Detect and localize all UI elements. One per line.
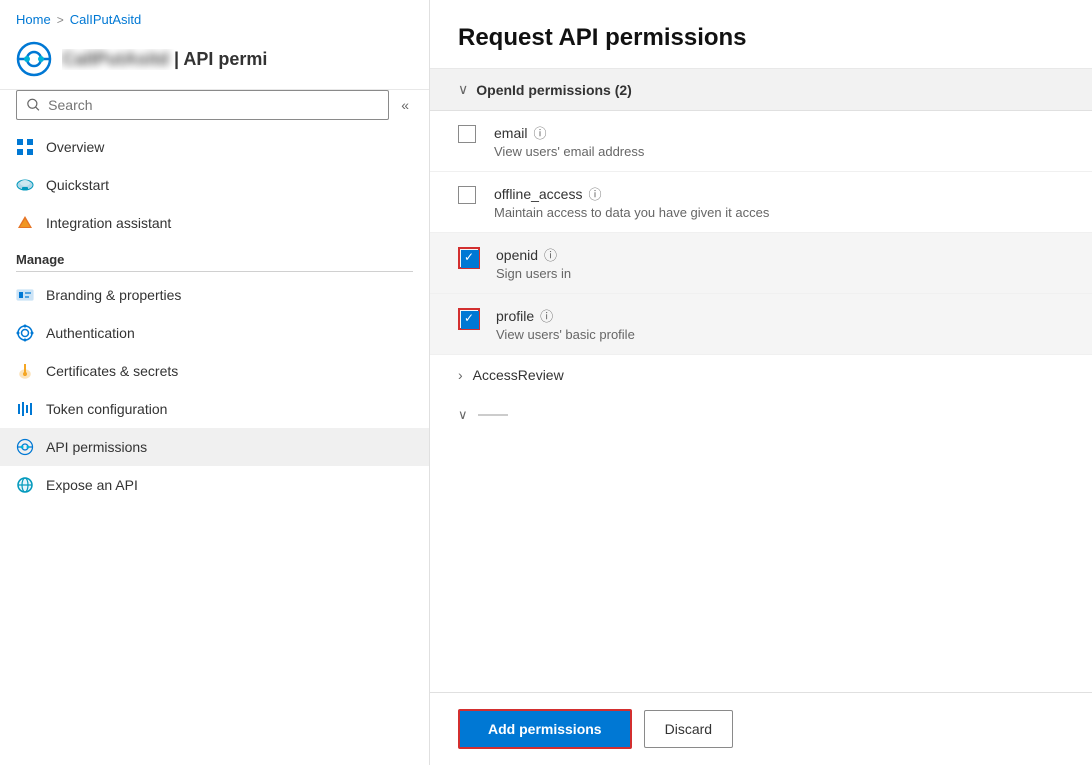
permission-item-openid: openid ⓘ Sign users in [430,233,1092,294]
sidebar-item-certs-label: Certificates & secrets [46,363,178,379]
app-title-suffix: | API permi [174,49,267,69]
email-perm-info: email ⓘ View users' email address [494,123,1064,159]
email-perm-desc: View users' email address [494,144,1064,159]
collapsed-section[interactable]: ∨ [430,395,1092,435]
add-permissions-button[interactable]: Add permissions [458,709,632,749]
search-box[interactable] [16,90,389,120]
sidebar-item-token-label: Token configuration [46,401,167,417]
email-info-icon[interactable]: ⓘ [533,123,546,142]
profile-checkbox[interactable] [461,311,479,329]
sidebar-item-quickstart-label: Quickstart [46,177,109,193]
certificates-icon [16,362,34,380]
breadcrumb: Home > CalIPutAsitd [0,0,429,35]
sidebar-item-quickstart[interactable]: Quickstart [0,166,429,204]
offline-checkbox-wrapper[interactable] [458,186,478,206]
openid-checkbox-red-border[interactable] [458,247,480,269]
branding-icon [16,286,34,304]
panel-title: Request API permissions [430,0,1092,69]
permissions-content: ∨ OpenId permissions (2) email ⓘ View us… [430,69,1092,692]
breadcrumb-sep: > [57,13,64,27]
offline-perm-desc: Maintain access to data you have given i… [494,205,1064,220]
collapsed-section-line [478,414,508,416]
discard-button[interactable]: Discard [644,710,733,748]
sidebar-item-authentication[interactable]: Authentication [0,314,429,352]
nav-items: Overview Quickstart Integration assis [0,128,429,765]
offline-perm-name: offline_access ⓘ [494,184,1064,203]
search-input[interactable] [48,97,378,113]
sidebar-item-integration-label: Integration assistant [46,215,171,231]
openid-checkbox[interactable] [461,250,479,268]
app-name-blurred: CalIPutAsitd [62,49,169,69]
openid-section-header[interactable]: ∨ OpenId permissions (2) [430,69,1092,111]
collapse-nav-button[interactable]: « [397,93,413,117]
sidebar-item-certificates[interactable]: Certificates & secrets [0,352,429,390]
openid-chevron-icon: ∨ [458,81,468,98]
sidebar-item-expose-label: Expose an API [46,477,138,493]
email-perm-name: email ⓘ [494,123,1064,142]
sidebar-item-branding[interactable]: Branding & properties [0,276,429,314]
breadcrumb-current[interactable]: CalIPutAsitd [70,12,142,27]
collapsed-chevron-icon: ∨ [458,407,468,423]
api-permissions-icon [16,438,34,456]
permission-item-email: email ⓘ View users' email address [430,111,1092,172]
sidebar-item-auth-label: Authentication [46,325,135,341]
sidebar-item-overview[interactable]: Overview [0,128,429,166]
permission-item-offline: offline_access ⓘ Maintain access to data… [430,172,1092,233]
expose-api-icon [16,476,34,494]
app-logo-icon [16,41,52,77]
openid-perm-name: openid ⓘ [496,245,1064,264]
openid-perm-info: openid ⓘ Sign users in [496,245,1064,281]
sidebar-item-token[interactable]: Token configuration [0,390,429,428]
sidebar-item-branding-label: Branding & properties [46,287,181,303]
overview-icon [16,138,34,156]
profile-perm-desc: View users' basic profile [496,327,1064,342]
email-checkbox[interactable] [458,125,476,143]
offline-perm-info: offline_access ⓘ Maintain access to data… [494,184,1064,220]
manage-section-header: Manage [0,242,429,271]
app-title: CalIPutAsitd | API permi [62,49,267,70]
token-icon [16,400,34,418]
openid-perm-desc: Sign users in [496,266,1064,281]
search-icon [27,98,40,112]
profile-perm-name: profile ⓘ [496,306,1064,325]
offline-info-icon[interactable]: ⓘ [588,184,601,203]
access-review-item[interactable]: › AccessReview [430,355,1092,395]
sidebar-item-expose-api[interactable]: Expose an API [0,466,429,504]
search-container: « [0,90,429,120]
authentication-icon [16,324,34,342]
openid-section-title: OpenId permissions (2) [476,82,632,98]
profile-info-icon[interactable]: ⓘ [540,306,553,325]
quickstart-icon [16,176,34,194]
breadcrumb-home[interactable]: Home [16,12,51,27]
left-panel: Home > CalIPutAsitd CalIPutAsitd | API p… [0,0,430,765]
sidebar-item-integration[interactable]: Integration assistant [0,204,429,242]
email-checkbox-wrapper[interactable] [458,125,478,145]
permission-item-profile: profile ⓘ View users' basic profile [430,294,1092,355]
access-review-chevron-icon: › [458,367,463,383]
manage-divider [16,271,413,272]
offline-checkbox[interactable] [458,186,476,204]
footer-buttons: Add permissions Discard [430,692,1092,765]
app-header: CalIPutAsitd | API permi [0,35,429,90]
profile-checkbox-red-border[interactable] [458,308,480,330]
sidebar-item-api-permissions[interactable]: API permissions [0,428,429,466]
integration-icon [16,214,34,232]
profile-perm-info: profile ⓘ View users' basic profile [496,306,1064,342]
sidebar-item-overview-label: Overview [46,139,104,155]
right-panel: Request API permissions ∨ OpenId permiss… [430,0,1092,765]
sidebar-item-api-label: API permissions [46,439,147,455]
access-review-label: AccessReview [473,367,564,383]
openid-info-icon[interactable]: ⓘ [544,245,557,264]
